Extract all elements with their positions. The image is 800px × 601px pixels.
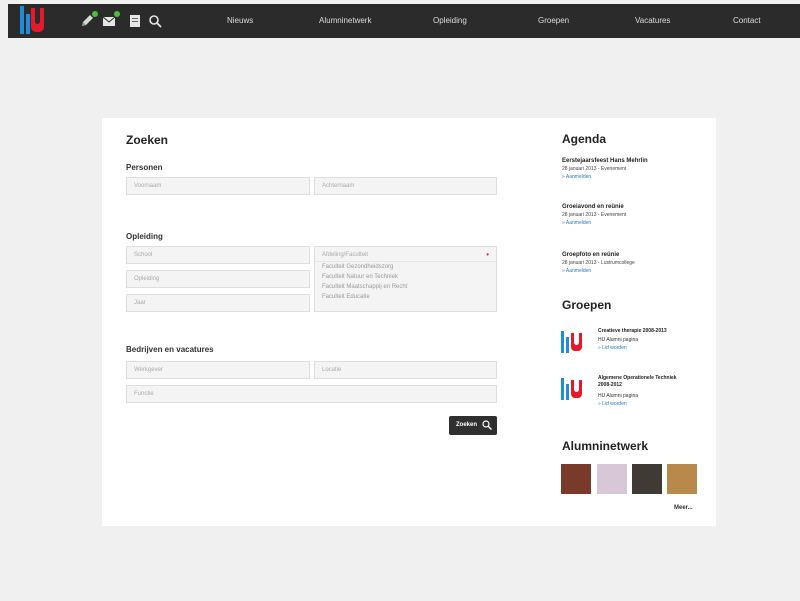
- firstname-field[interactable]: Voornaam: [126, 177, 310, 195]
- pencil-icon[interactable]: [80, 11, 98, 28]
- nav-nieuws[interactable]: Nieuws: [227, 16, 253, 25]
- alumni-title: Alumninetwerk: [562, 439, 649, 453]
- agenda-item-title[interactable]: Eerstejaarsfeest Hans Mehrlin: [562, 158, 648, 164]
- search-button[interactable]: Zoeken: [449, 416, 497, 435]
- faculty-dropdown[interactable]: Afdeling/Faculteit • Faculteit Gezondhei…: [314, 246, 497, 312]
- nav-groepen[interactable]: Groepen: [538, 16, 569, 25]
- persons-heading: Personen: [126, 163, 163, 172]
- content-panel: Zoeken Personen Voornaam Achternaam Ople…: [102, 118, 716, 526]
- faculty-option[interactable]: Faculteit Gezondheidszorg: [315, 262, 496, 272]
- alumni-avatar[interactable]: [667, 464, 697, 494]
- agenda-item-date: 28 januari 2013 - Evenement: [562, 212, 627, 218]
- company-field[interactable]: Werkgever: [126, 361, 310, 379]
- faculty-option[interactable]: Faculteit Maatschappij en Recht: [315, 282, 496, 292]
- group-logo[interactable]: [561, 376, 583, 400]
- search-icon[interactable]: [148, 14, 162, 28]
- alumni-avatar[interactable]: [632, 464, 662, 494]
- agenda-item-date: 28 januari 2013 - Lustrumcollege: [562, 260, 635, 266]
- agenda-item-title[interactable]: Groepfoto en reünie: [562, 252, 619, 258]
- nav-opleiding[interactable]: Opleiding: [433, 16, 467, 25]
- agenda-register-link[interactable]: » Aanmelden: [562, 174, 591, 180]
- program-field[interactable]: Opleiding: [126, 270, 310, 288]
- search-button-label: Zoeken: [456, 422, 478, 428]
- group-page-label: HU Alumni pagina: [598, 393, 639, 399]
- education-heading: Opleiding: [126, 232, 163, 241]
- faculty-option[interactable]: Faculteit Educatie: [315, 292, 496, 302]
- faculty-option[interactable]: Faculteit Natuur en Techniek: [315, 272, 496, 282]
- agenda-register-link[interactable]: » Aanmelden: [562, 268, 591, 274]
- groups-title: Groepen: [562, 298, 612, 312]
- location-field[interactable]: Locatie: [314, 361, 497, 379]
- group-join-link[interactable]: » Lid worden: [598, 401, 627, 407]
- mail-icon[interactable]: [102, 11, 120, 28]
- top-navigation-bar: Nieuws Alumninetwerk Opleiding Groepen V…: [8, 4, 800, 38]
- nav-alumninetwerk[interactable]: Alumninetwerk: [319, 16, 371, 25]
- search-title: Zoeken: [126, 133, 169, 147]
- nav-vacatures[interactable]: Vacatures: [635, 16, 670, 25]
- group-name[interactable]: Algemene Operationele Techniek 2008-2012: [598, 375, 680, 389]
- required-marker: •: [486, 250, 489, 259]
- alumni-avatar[interactable]: [561, 464, 591, 494]
- group-page-label: HU Alumni pagina: [598, 337, 639, 343]
- function-field[interactable]: Functie: [126, 385, 497, 403]
- group-logo[interactable]: [561, 329, 583, 353]
- school-field[interactable]: School: [126, 246, 310, 264]
- more-link[interactable]: Meer...: [674, 505, 693, 511]
- agenda-register-link[interactable]: » Aanmelden: [562, 220, 591, 226]
- group-join-link[interactable]: » Lid worden: [598, 345, 627, 351]
- agenda-item-date: 28 januari 2013 - Evenement: [562, 166, 627, 172]
- faculty-placeholder: Afdeling/Faculteit: [322, 252, 369, 258]
- agenda-item-title[interactable]: Groeiavond en reünie: [562, 204, 624, 210]
- nav-contact[interactable]: Contact: [733, 16, 761, 25]
- agenda-title: Agenda: [562, 132, 607, 146]
- year-field[interactable]: Jaar: [126, 294, 310, 312]
- hu-logo[interactable]: [20, 6, 46, 34]
- group-name[interactable]: Creatieve therapie 2008-2013: [598, 328, 713, 335]
- book-icon[interactable]: [128, 14, 142, 28]
- lastname-field[interactable]: Achternaam: [314, 177, 497, 195]
- search-icon: [482, 420, 492, 430]
- companies-heading: Bedrijven en vacatures: [126, 345, 214, 354]
- alumni-avatar[interactable]: [597, 464, 627, 494]
